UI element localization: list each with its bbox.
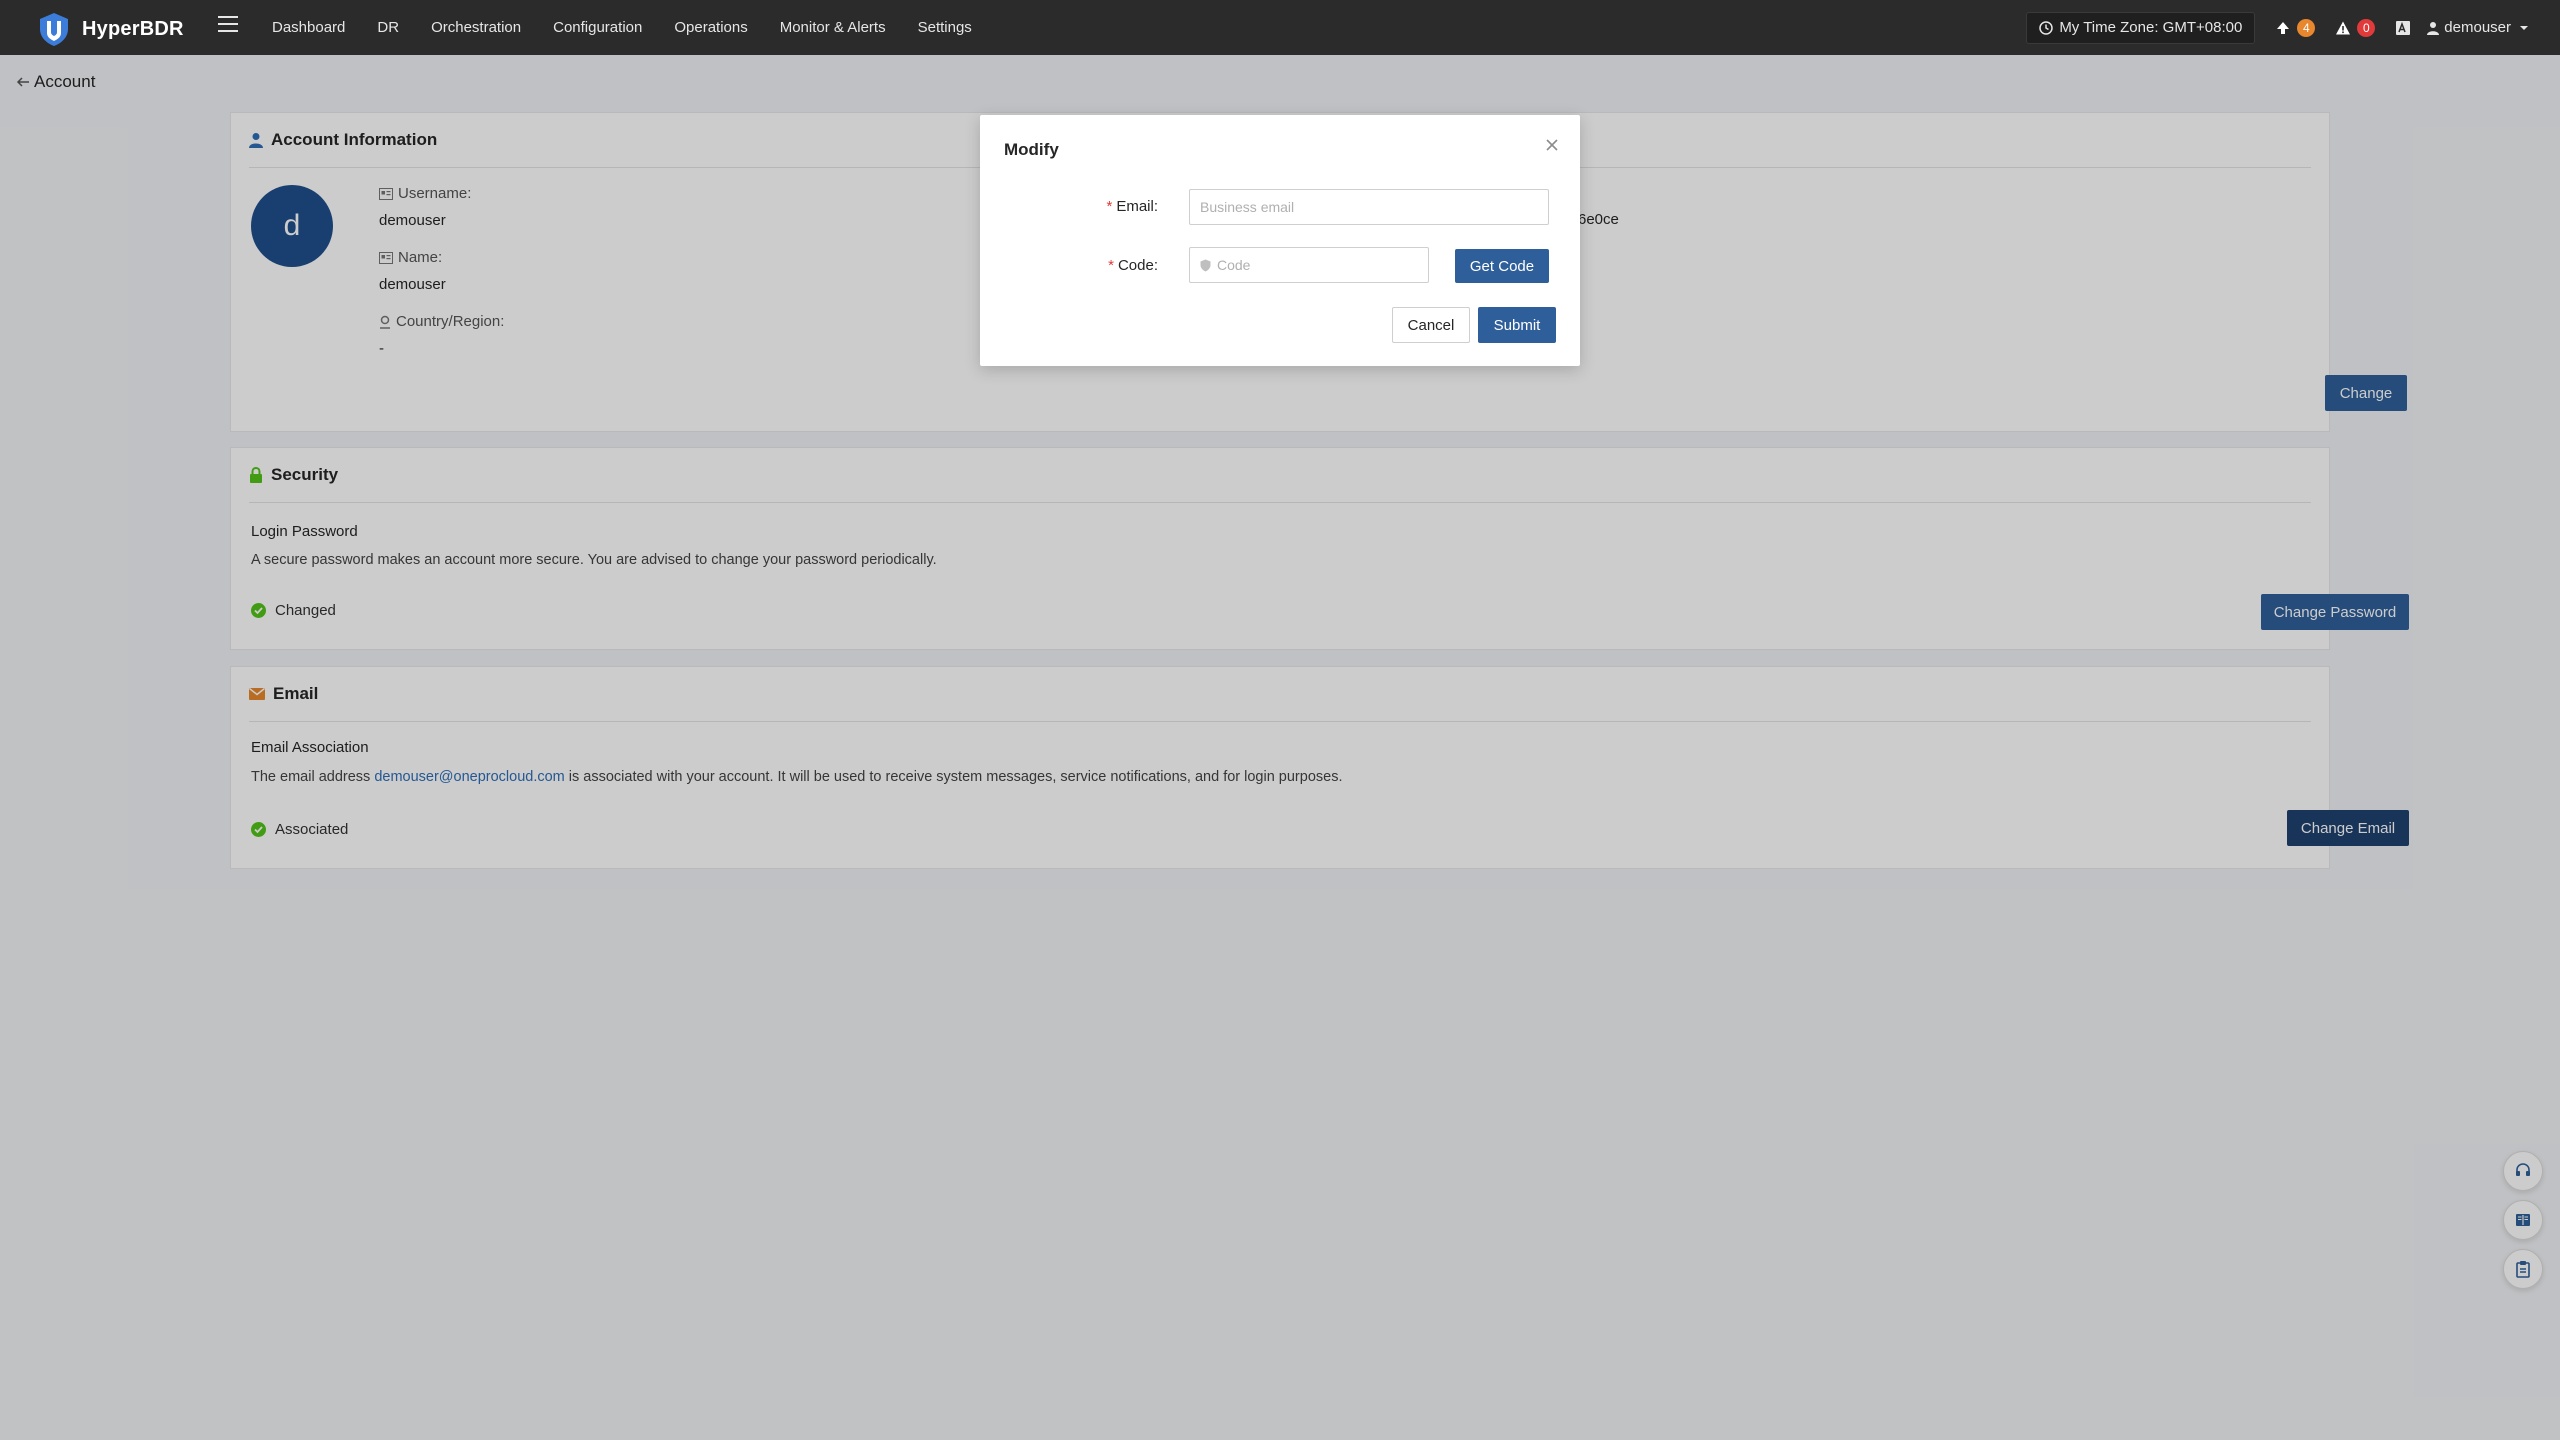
- alert-notifications[interactable]: 0: [2335, 18, 2376, 37]
- nav-configuration[interactable]: Configuration: [553, 19, 642, 36]
- close-icon[interactable]: [1544, 137, 1560, 153]
- cancel-button[interactable]: Cancel: [1392, 307, 1470, 343]
- clock-icon: [2039, 20, 2054, 35]
- upload-notifications[interactable]: 4: [2275, 18, 2316, 37]
- brand[interactable]: HyperBDR: [36, 11, 184, 47]
- language-switch[interactable]: [2395, 20, 2411, 36]
- top-navbar: HyperBDR Dashboard DR Orchestration Conf…: [0, 0, 2560, 55]
- user-icon: [2427, 21, 2440, 35]
- nav-right: My Time Zone: GMT+08:00 4 0 demouser: [2026, 0, 2536, 55]
- nav-dashboard[interactable]: Dashboard: [272, 19, 345, 36]
- nav-settings[interactable]: Settings: [918, 19, 972, 36]
- alert-count-badge: 0: [2357, 18, 2376, 37]
- upload-count-badge: 4: [2297, 18, 2316, 37]
- hamburger-icon[interactable]: [218, 16, 238, 36]
- user-name: demouser: [2444, 19, 2511, 36]
- nav-orchestration[interactable]: Orchestration: [431, 19, 521, 36]
- required-marker: *: [1108, 257, 1114, 274]
- submit-button[interactable]: Submit: [1478, 307, 1556, 343]
- shield-logo-icon: [40, 13, 68, 46]
- email-input[interactable]: Business email: [1189, 189, 1549, 225]
- timezone-label: My Time Zone: GMT+08:00: [2059, 19, 2243, 36]
- warning-icon: [2336, 21, 2351, 34]
- modify-email-modal: Modify * Email: Business email * Code: Cod…: [980, 115, 1580, 366]
- upload-icon: [2277, 21, 2290, 34]
- required-marker: *: [1106, 198, 1113, 215]
- email-input-placeholder: Business email: [1200, 199, 1295, 215]
- brand-name: HyperBDR: [82, 17, 184, 40]
- language-icon: [2396, 20, 2411, 35]
- nav-operations[interactable]: Operations: [674, 19, 747, 36]
- code-field-label: * Code:: [1108, 257, 1158, 274]
- code-input[interactable]: Code: [1189, 247, 1429, 283]
- modal-title: Modify: [1004, 140, 1059, 159]
- email-field-label: * Email:: [1106, 198, 1158, 215]
- shield-icon: [1200, 259, 1211, 271]
- user-menu[interactable]: demouser: [2427, 19, 2536, 36]
- nav-dr[interactable]: DR: [377, 19, 399, 36]
- nav-monitor-alerts[interactable]: Monitor & Alerts: [780, 19, 886, 36]
- code-input-placeholder: Code: [1217, 257, 1251, 273]
- get-code-button[interactable]: Get Code: [1455, 249, 1549, 283]
- caret-down-icon: [2520, 25, 2528, 30]
- main-menu: Dashboard DR Orchestration Configuration…: [272, 0, 1004, 55]
- timezone-selector[interactable]: My Time Zone: GMT+08:00: [2026, 11, 2256, 44]
